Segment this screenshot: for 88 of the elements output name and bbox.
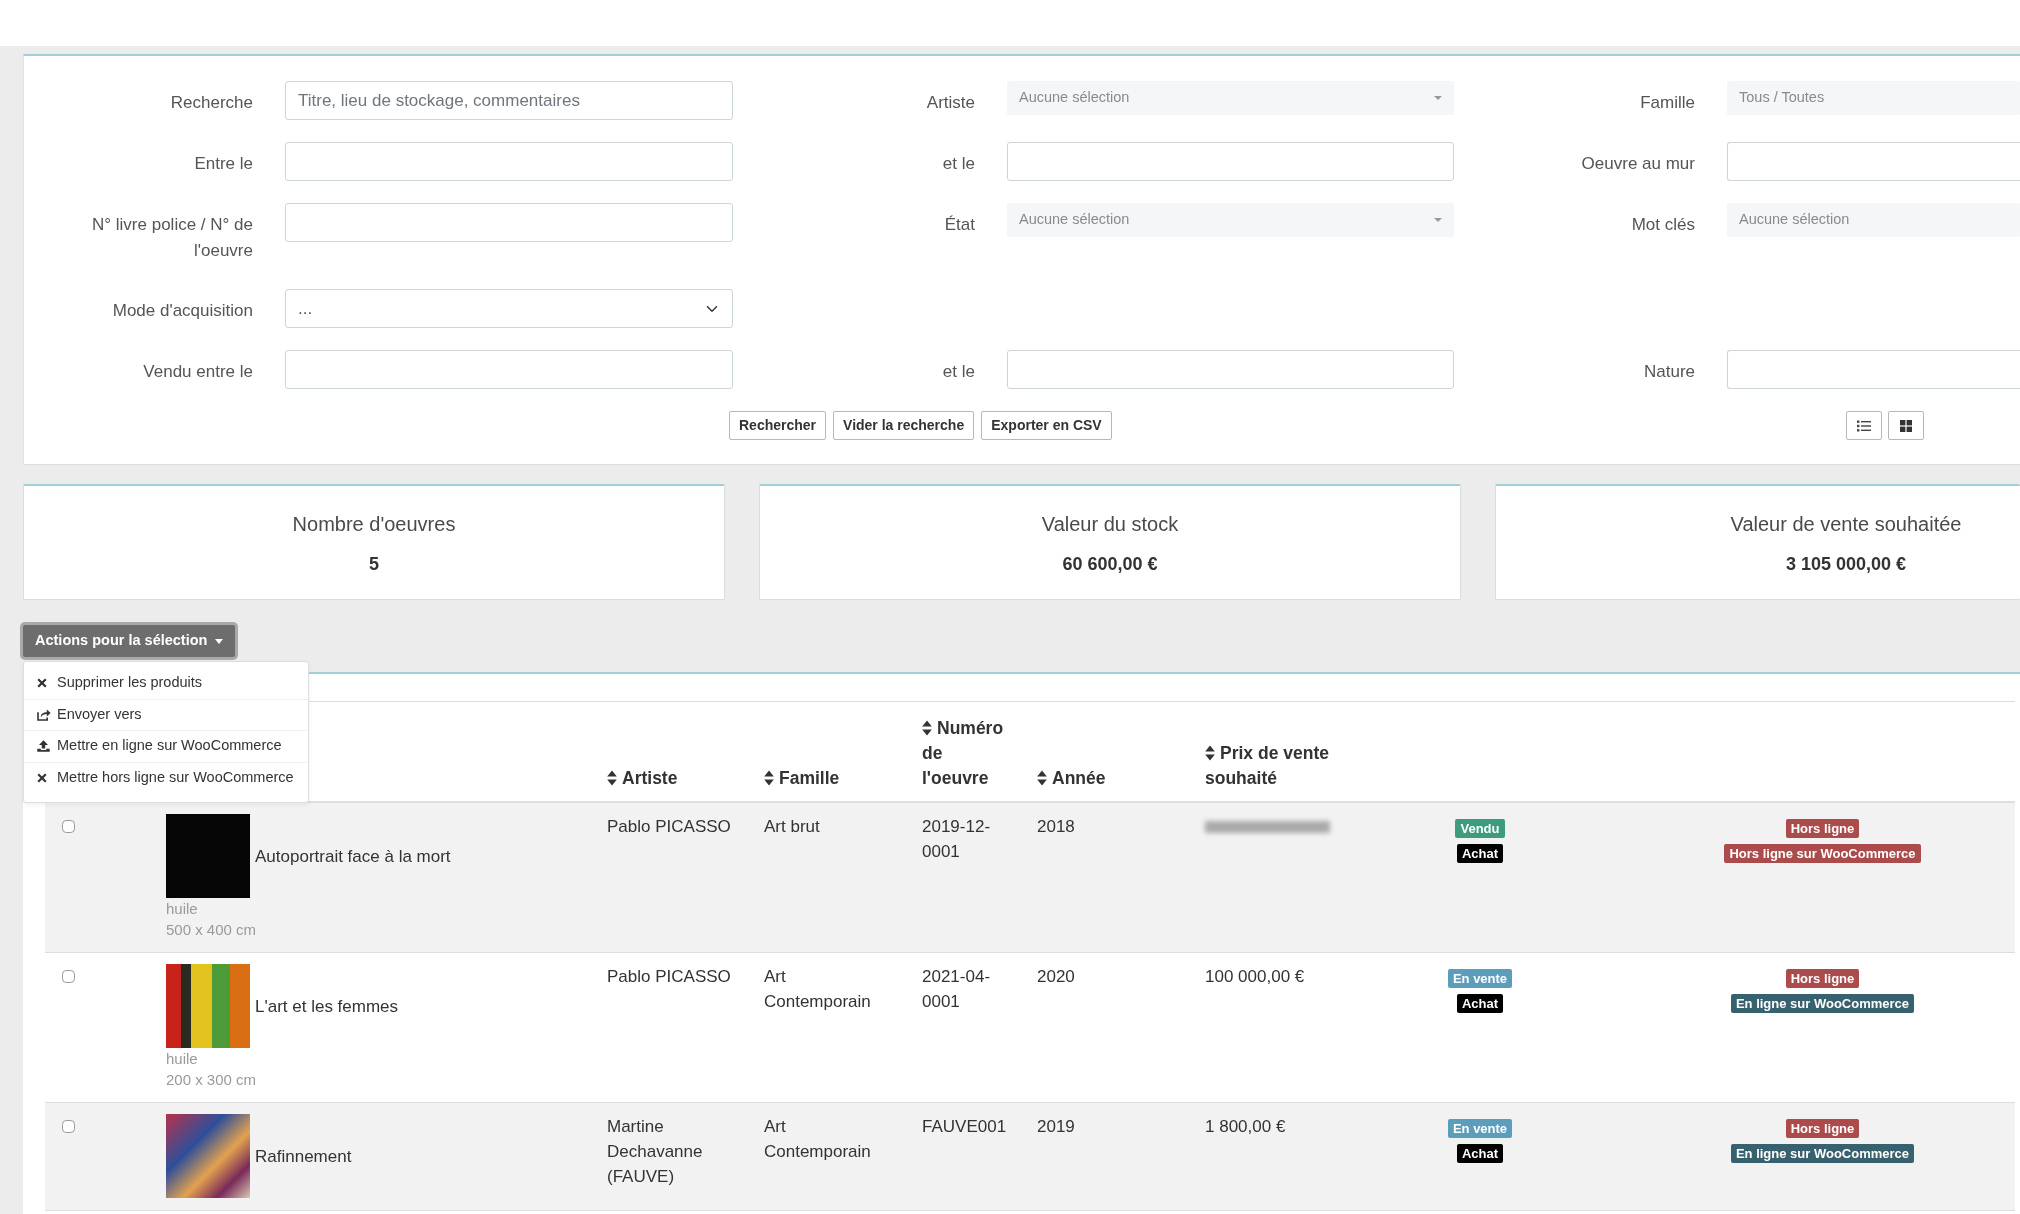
shop-status-badge: Hors ligne sur WooCommerce xyxy=(1724,844,1921,863)
text-field[interactable]: Titre, lieu de stockage, commentaires xyxy=(285,81,733,120)
sort-icon xyxy=(607,770,617,786)
table-cell: 2019 xyxy=(1029,1102,1197,1211)
table-cell: 2019-12-0001 xyxy=(914,802,1029,953)
artwork-title: Autoportrait face à la mort xyxy=(255,845,451,868)
actions-dropdown-button[interactable]: Actions pour la sélection xyxy=(23,625,236,657)
menu-item[interactable]: Mettre hors ligne sur WooCommerce xyxy=(24,762,308,794)
stat-title: Valeur de vente souhaitée xyxy=(1730,512,1962,536)
artwork-title: L'art et les femmes xyxy=(255,995,399,1018)
text-field[interactable] xyxy=(1727,142,2020,181)
text-field[interactable] xyxy=(285,350,733,389)
stat-value: 3 105 000,00 € xyxy=(1785,552,1907,575)
filter-action-button[interactable]: Exporter en CSV xyxy=(981,411,1112,440)
filter-action-button[interactable]: Vider la recherche xyxy=(833,411,975,440)
field-label: État xyxy=(944,214,975,236)
cross-icon xyxy=(37,773,47,784)
field-label: Mot clés xyxy=(1631,214,1695,236)
field-label: Recherche xyxy=(170,92,253,114)
menu-item[interactable]: Mettre en ligne sur WooCommerce xyxy=(24,731,308,763)
field-label: Nature xyxy=(1643,361,1695,383)
status-badge: Vendu xyxy=(1455,819,1505,838)
row-checkbox[interactable] xyxy=(62,970,75,983)
row-checkbox[interactable] xyxy=(62,820,75,833)
table-cell: Pablo PICASSO xyxy=(599,952,756,1103)
upload-icon xyxy=(37,740,50,753)
table-cell: 100 000,00 € xyxy=(1197,952,1360,1103)
artwork-medium: huile xyxy=(166,1049,199,1069)
caret-icon xyxy=(1434,96,1442,100)
field-label: Oeuvre au mur xyxy=(1581,153,1695,175)
stat-value: 60 600,00 € xyxy=(1062,552,1158,575)
shop-status-badge: Hors ligne xyxy=(1785,969,1860,988)
table-cell: FAUVE001 xyxy=(914,1102,1029,1211)
share-icon xyxy=(37,708,51,721)
text-field[interactable] xyxy=(285,142,733,181)
status-badge: En vente xyxy=(1447,1119,1513,1138)
table-cell: 2018 xyxy=(1029,802,1197,953)
stat-value: 5 xyxy=(369,552,379,575)
filter-action-button[interactable]: Rechercher xyxy=(729,411,827,440)
stat-title: Nombre d'oeuvres xyxy=(292,512,456,536)
list-icon xyxy=(1857,419,1871,432)
field-label: et le xyxy=(942,361,975,383)
sort-icon xyxy=(922,720,932,736)
status-badge: En vente xyxy=(1447,969,1513,988)
table-cell: 2021-04-0001 xyxy=(914,952,1029,1103)
dropdown-field[interactable]: ... xyxy=(285,289,733,328)
shop-status-badge: En ligne sur WooCommerce xyxy=(1730,1144,1915,1163)
table-cell: 1 800,00 € xyxy=(1197,1102,1360,1211)
cross-icon xyxy=(37,678,47,689)
shop-status-badge: En ligne sur WooCommerce xyxy=(1730,994,1915,1013)
menu-item[interactable]: Supprimer les produits xyxy=(24,668,308,700)
menu-item[interactable]: Envoyer vers xyxy=(24,699,308,731)
artwork-dimensions: 200 x 300 cm xyxy=(166,1070,258,1090)
table-cell: Martine Dechavanne (FAUVE) xyxy=(599,1102,756,1211)
text-field[interactable] xyxy=(285,203,733,242)
field-label: Artiste xyxy=(926,92,975,114)
field-label: Vendu entre le xyxy=(143,361,253,383)
table-cell: Art brut xyxy=(756,802,914,953)
table-cell: Pablo PICASSO xyxy=(599,802,756,953)
shop-status-badge: Hors ligne xyxy=(1785,1119,1860,1138)
caret-icon xyxy=(215,638,224,644)
field-label: Entre le xyxy=(194,153,253,175)
artwork-title: Rafinnement xyxy=(255,1145,352,1168)
text-field[interactable] xyxy=(1007,142,1454,181)
view-toggle-button[interactable] xyxy=(1846,411,1882,440)
sort-icon xyxy=(1037,770,1047,786)
field-label: Famille xyxy=(1640,92,1695,114)
sort-icon xyxy=(764,770,774,786)
status-badge: Achat xyxy=(1456,994,1504,1013)
table-cell: 2020 xyxy=(1029,952,1197,1103)
sort-icon xyxy=(1205,745,1215,761)
grid-icon xyxy=(1900,419,1912,432)
field-label: Mode d'acquisition xyxy=(112,300,253,322)
view-toggle-button[interactable] xyxy=(1888,411,1924,440)
field-label: et le xyxy=(942,153,975,175)
caret-icon xyxy=(1434,218,1442,222)
shop-status-badge: Hors ligne xyxy=(1785,819,1860,838)
status-badge: Achat xyxy=(1456,1144,1504,1163)
row-checkbox[interactable] xyxy=(62,1120,75,1133)
text-field[interactable] xyxy=(1007,350,1454,389)
text-field[interactable] xyxy=(1727,350,2020,389)
stat-title: Valeur du stock xyxy=(1041,512,1179,536)
field-label: N° livre police / N° de l'oeuvre xyxy=(91,214,253,262)
artwork-medium: huile xyxy=(166,899,199,919)
table-cell: Art Contemporain xyxy=(756,1102,914,1211)
artwork-dimensions: 500 x 400 cm xyxy=(166,920,258,940)
table-cell: Art Contemporain xyxy=(756,952,914,1103)
status-badge: Achat xyxy=(1456,844,1504,863)
